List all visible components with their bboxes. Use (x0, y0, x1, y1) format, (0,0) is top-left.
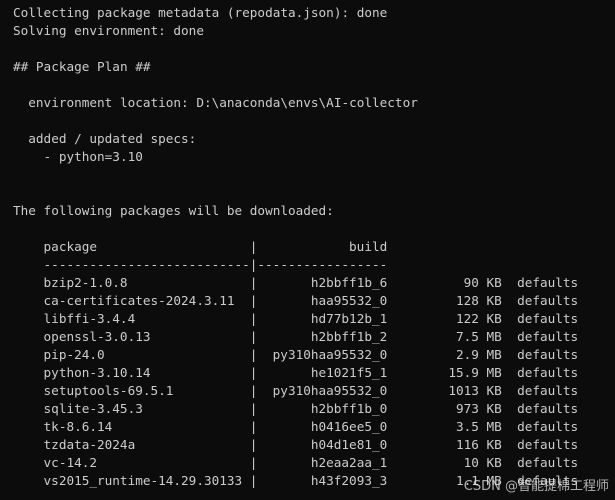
terminal-output: Collecting package metadata (repodata.js… (13, 4, 578, 490)
package-name: vs2015_runtime-14.29.30133 (43, 473, 243, 488)
package-channel: defaults (517, 275, 579, 290)
package-build: haa95532_0 (310, 293, 388, 308)
package-build: h2bbff1b_2 (310, 329, 388, 344)
package-size: 10 KB (463, 455, 502, 470)
package-size: 3.5 MB (455, 419, 502, 434)
divider-package: --------------------------- (43, 257, 250, 272)
package-size: 15.9 MB (448, 365, 502, 380)
watermark: CSDN @智能提棉工程师 (463, 479, 609, 494)
package-build: h43f2093_3 (310, 473, 388, 488)
package-build: he1021f5_1 (310, 365, 388, 380)
column-separator: | (249, 419, 258, 434)
package-channel: defaults (517, 455, 579, 470)
table-divider: --------------------------- | ----------… (13, 256, 578, 274)
package-name: vc-14.2 (43, 455, 98, 470)
column-separator: | (249, 239, 258, 254)
package-size: 973 KB (455, 401, 502, 416)
table-row: tk-8.6.14 | h0416ee5_0 3.5 MB defaults (13, 418, 579, 436)
column-separator: | (249, 293, 258, 308)
column-separator: | (249, 365, 258, 380)
column-separator: | (249, 257, 258, 272)
column-separator: | (249, 437, 258, 452)
solving-line: Solving environment: done (13, 23, 204, 38)
column-separator: | (249, 329, 258, 344)
package-build: py310haa95532_0 (272, 383, 388, 398)
table-row: setuptools-69.5.1 | py310haa95532_0 1013 KB… (13, 382, 579, 400)
header-build: build (349, 239, 388, 254)
table-row: ca-certificates-2024.3.11 | haa95532_0 128 … (13, 292, 579, 310)
package-name: openssl-3.0.13 (43, 329, 151, 344)
table-row: sqlite-3.45.3 | h2bbff1b_0 973 KB defaults (13, 400, 579, 418)
download-header: The following packages will be downloade… (13, 203, 334, 218)
column-separator: | (249, 311, 258, 326)
spec-item: - python=3.10 (13, 149, 143, 164)
table-row: openssl-3.0.13 | h2bbff1b_2 7.5 MB defaults (13, 328, 579, 346)
collecting-line: Collecting package metadata (repodata.js… (13, 5, 388, 20)
package-channel: defaults (517, 419, 579, 434)
column-separator: | (249, 455, 258, 470)
column-separator: | (249, 347, 258, 362)
package-channel: defaults (517, 311, 579, 326)
table-row: pip-24.0 | py310haa95532_0 2.9 MB defaults (13, 346, 579, 364)
column-separator: | (249, 383, 258, 398)
package-build: h2bbff1b_6 (310, 275, 388, 290)
specs-header: added / updated specs: (13, 131, 197, 146)
table-row: libffi-3.4.4 | hd77b12b_1 122 KB defaults (13, 310, 579, 328)
package-channel: defaults (517, 365, 579, 380)
package-name: libffi-3.4.4 (43, 311, 136, 326)
package-build: h2eaa2aa_1 (310, 455, 388, 470)
table-row: vc-14.2 | h2eaa2aa_1 10 KB defaults (13, 454, 579, 472)
package-size: 116 KB (455, 437, 502, 452)
package-size: 122 KB (455, 311, 502, 326)
package-build: h0416ee5_0 (310, 419, 388, 434)
column-separator: | (249, 401, 258, 416)
package-name: ca-certificates-2024.3.11 (43, 293, 235, 308)
package-channel: defaults (517, 437, 579, 452)
package-build: hd77b12b_1 (310, 311, 388, 326)
package-size: 90 KB (463, 275, 502, 290)
package-name: python-3.10.14 (43, 365, 151, 380)
table-header: package | build (13, 238, 578, 256)
package-channel: defaults (517, 401, 579, 416)
package-channel: defaults (517, 293, 579, 308)
package-name: pip-24.0 (43, 347, 105, 362)
package-build: h2bbff1b_0 (310, 401, 388, 416)
package-name: tzdata-2024a (43, 437, 136, 452)
column-separator: | (249, 473, 258, 488)
table-row: python-3.10.14 | he1021f5_1 15.9 MB defaults (13, 364, 579, 382)
package-size: 1013 KB (448, 383, 502, 398)
package-build: py310haa95532_0 (272, 347, 388, 362)
package-channel: defaults (517, 383, 579, 398)
column-separator: | (249, 275, 258, 290)
package-name: setuptools-69.5.1 (43, 383, 174, 398)
table-row: bzip2-1.0.8 | h2bbff1b_6 90 KB defaults (13, 274, 579, 292)
package-name: sqlite-3.45.3 (43, 401, 143, 416)
header-package: package (43, 239, 98, 254)
package-plan-header: ## Package Plan ## (13, 59, 151, 74)
table-row: tzdata-2024a | h04d1e81_0 116 KB defaults (13, 436, 579, 454)
package-size: 7.5 MB (455, 329, 502, 344)
package-build: h04d1e81_0 (310, 437, 388, 452)
package-size: 2.9 MB (455, 347, 502, 362)
divider-build: ----------------- (257, 257, 388, 272)
package-name: bzip2-1.0.8 (43, 275, 128, 290)
package-name: tk-8.6.14 (43, 419, 113, 434)
package-channel: defaults (517, 347, 579, 362)
package-size: 128 KB (455, 293, 502, 308)
package-channel: defaults (517, 329, 579, 344)
environment-location-line: environment location: D:\anaconda\envs\A… (13, 95, 418, 110)
